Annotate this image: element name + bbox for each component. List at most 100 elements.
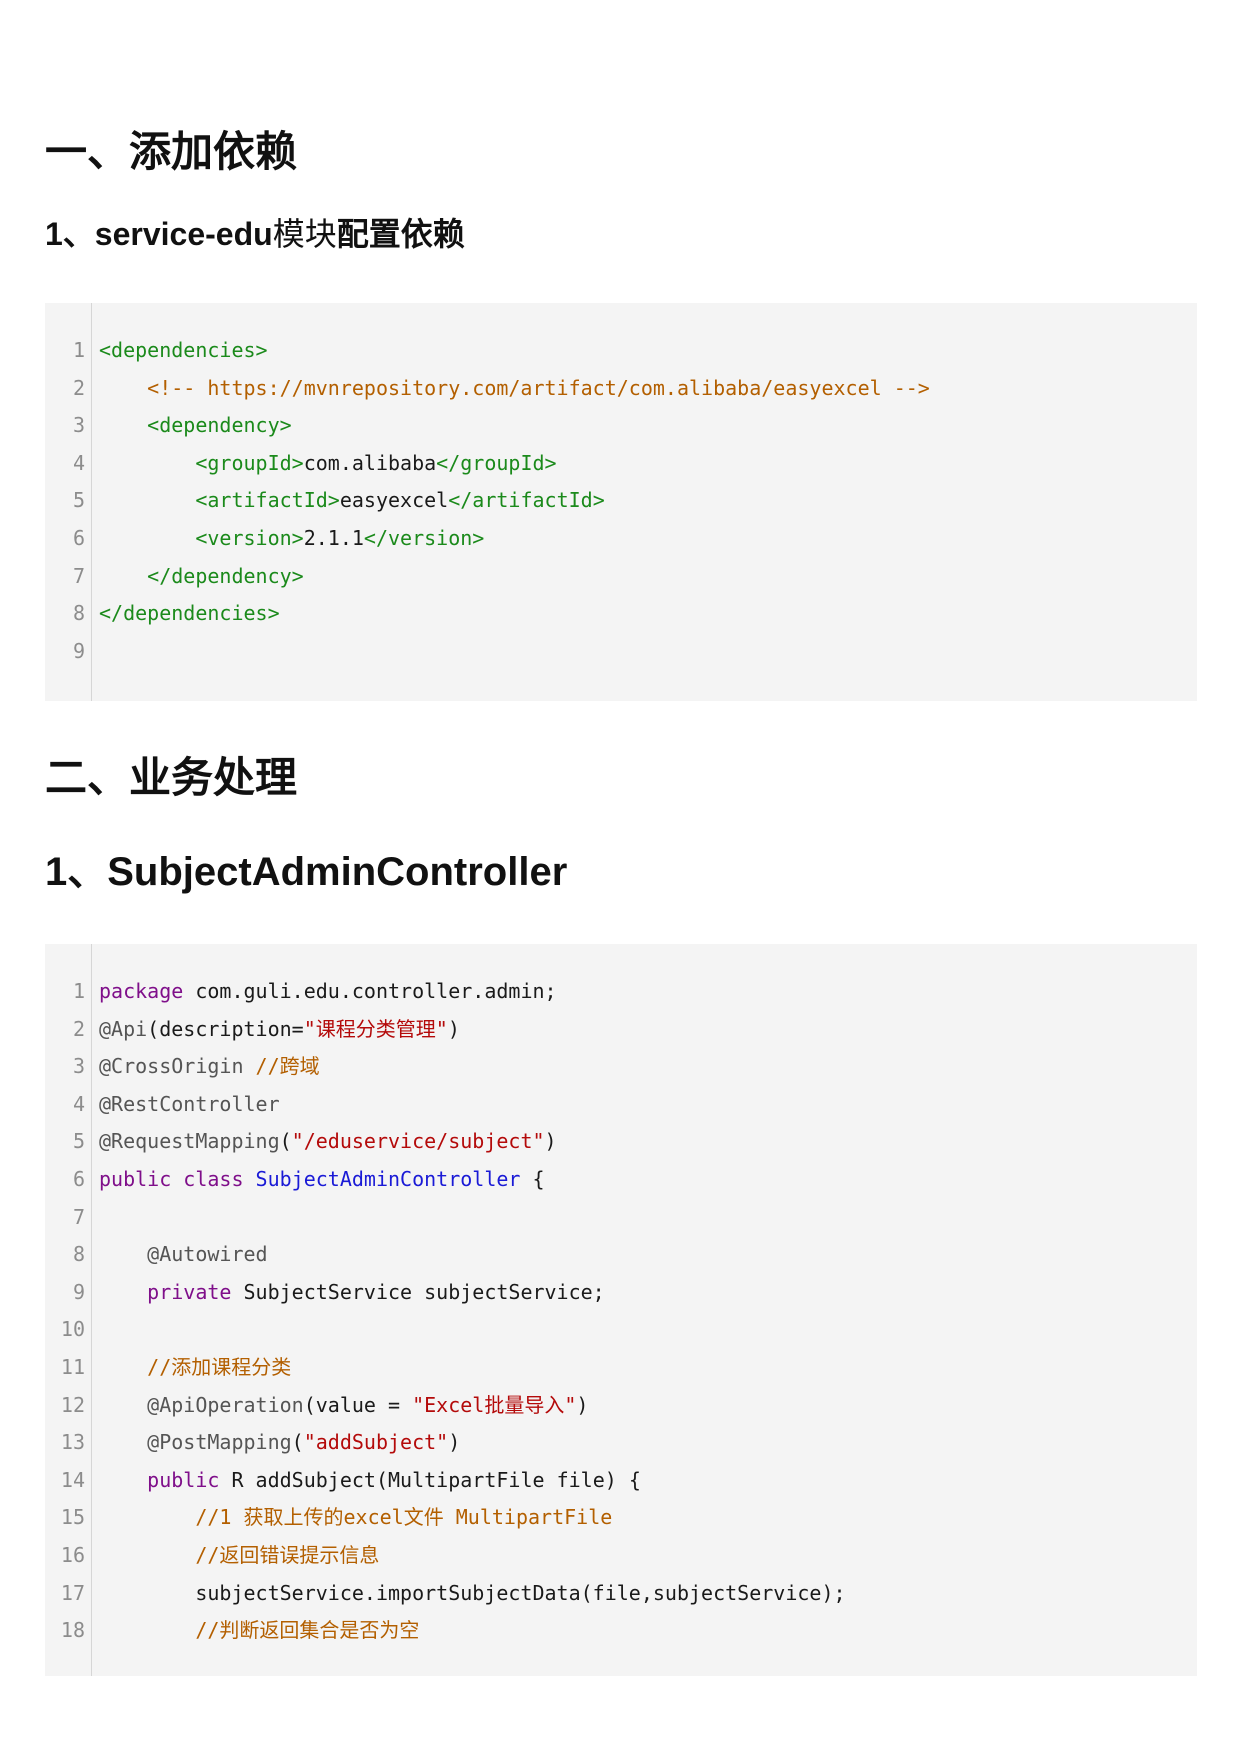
- line-number: 9: [72, 638, 85, 663]
- code-token: (value =: [303, 1392, 413, 1417]
- line-content: //返回错误提示信息: [99, 1537, 379, 1575]
- subheading-part-bold: 配置依赖: [336, 215, 465, 253]
- line-number: 5: [72, 1129, 85, 1154]
- subheading-part-latin: 1、service-edu: [45, 216, 273, 252]
- code-token: com.guli.edu.controller.admin;: [183, 979, 557, 1003]
- code-token: //返回错误提示信息: [99, 1543, 380, 1567]
- code-token: "Excel批量导入": [412, 1392, 577, 1417]
- code-line: 1 <dependencies>: [45, 332, 1197, 370]
- line-number: 18: [60, 1618, 85, 1643]
- line-content: <groupId>com.alibaba</groupId>: [99, 445, 557, 483]
- code-token: @RestController: [99, 1091, 280, 1116]
- code-token: {: [520, 1167, 545, 1191]
- subsection-heading-2-1: 1、SubjectAdminController: [45, 850, 568, 894]
- code-line: 10: [45, 1311, 1197, 1349]
- code-token: @CrossOrigin: [99, 1054, 244, 1079]
- code-line: 6 public class SubjectAdminController {: [45, 1161, 1197, 1199]
- code-line: 5 <artifactId>easyexcel</artifactId>: [45, 482, 1197, 520]
- code-line: 13 @PostMapping("addSubject"): [45, 1424, 1197, 1462]
- line-number: 9: [72, 1279, 85, 1304]
- code-line: 11 //添加课程分类: [45, 1349, 1197, 1387]
- line-content: public class SubjectAdminController {: [99, 1161, 545, 1199]
- code-line: 6 <version>2.1.1</version>: [45, 520, 1197, 558]
- line-content: //1 获取上传的excel文件 MultipartFile: [99, 1499, 612, 1537]
- code-token: (description=: [147, 1016, 304, 1041]
- code-token: SubjectService subjectService;: [231, 1279, 605, 1304]
- section-heading-2: 二、业务处理: [45, 753, 298, 802]
- code-token: package: [99, 979, 184, 1003]
- line-content: @RestController: [99, 1086, 280, 1124]
- line-number: 7: [72, 563, 85, 588]
- line-content: @Autowired: [99, 1236, 268, 1274]
- line-number: 8: [72, 1242, 85, 1267]
- code-token: "addSubject": [303, 1430, 449, 1455]
- code-token: @ApiOperation: [99, 1392, 304, 1417]
- code-line: 2 <!-- https://mvnrepository.com/artifac…: [45, 370, 1197, 408]
- code-line: 8 </dependencies>: [45, 595, 1197, 633]
- line-number: 15: [60, 1505, 85, 1530]
- code-token: //添加课程分类: [99, 1355, 292, 1379]
- code-token: R addSubject(MultipartFile file) {: [219, 1467, 641, 1492]
- code-token: @RequestMapping: [99, 1129, 280, 1154]
- line-number: 4: [72, 450, 85, 475]
- line-number: 11: [60, 1355, 85, 1379]
- code-token: public: [99, 1467, 220, 1492]
- line-content: @PostMapping("addSubject"): [99, 1424, 460, 1462]
- line-number: 8: [72, 601, 85, 626]
- code-token: private: [99, 1279, 232, 1304]
- code-line: 5 @RequestMapping("/eduservice/subject"): [45, 1123, 1197, 1161]
- code-token: //跨域: [255, 1054, 320, 1079]
- line-content: @CrossOrigin //跨域: [99, 1048, 320, 1086]
- line-number: 14: [60, 1467, 85, 1492]
- code-token: </dependencies>: [99, 601, 280, 626]
- code-line: 17 subjectService.importSubjectData(file…: [45, 1575, 1197, 1613]
- line-content: <dependencies>: [99, 332, 268, 370]
- code-token: <dependencies>: [99, 338, 268, 362]
- line-content: //判断返回集合是否为空: [99, 1612, 419, 1650]
- line-content: <version>2.1.1</version>: [99, 520, 484, 558]
- code-line: 4 <groupId>com.alibaba</groupId>: [45, 445, 1197, 483]
- code-token: 2.1.1: [303, 526, 364, 550]
- line-content: package com.guli.edu.controller.admin;: [99, 973, 557, 1011]
- line-number: 12: [60, 1392, 85, 1417]
- line-number: 4: [72, 1091, 85, 1116]
- line-number: 1: [72, 338, 85, 362]
- document-page: 一、添加依赖 1、service-edu模块配置依赖 1 <dependencie…: [0, 0, 1240, 1754]
- code-line: 3 @CrossOrigin //跨域: [45, 1048, 1197, 1086]
- line-number: 3: [72, 413, 85, 438]
- line-content: </dependencies>: [99, 595, 280, 633]
- line-number: 1: [72, 979, 85, 1003]
- line-number: 6: [72, 1167, 85, 1191]
- subheading-part-light: 模块: [272, 215, 337, 253]
- code-token: </groupId>: [436, 450, 557, 475]
- code-token: @Autowired: [99, 1242, 268, 1267]
- code-line: 14 public R addSubject(MultipartFile fil…: [45, 1462, 1197, 1500]
- code-line: 16 //返回错误提示信息: [45, 1537, 1197, 1575]
- code-token: </artifactId>: [448, 488, 605, 513]
- line-content: @RequestMapping("/eduservice/subject"): [99, 1123, 557, 1161]
- line-content: @ApiOperation(value = "Excel批量导入"): [99, 1387, 588, 1425]
- code-token: (: [291, 1430, 304, 1455]
- code-line: 1 package com.guli.edu.controller.admin;: [45, 973, 1197, 1011]
- line-content: <artifactId>easyexcel</artifactId>: [99, 482, 605, 520]
- code-token: com.alibaba: [303, 450, 437, 475]
- code-token: ): [447, 1016, 460, 1041]
- line-number: 13: [60, 1430, 85, 1455]
- code-token: <dependency>: [99, 413, 292, 438]
- code-token: <artifactId>: [99, 488, 340, 513]
- code-token: </dependency>: [99, 563, 304, 588]
- code-token: //1 获取上传的excel文件 MultipartFile: [99, 1505, 613, 1530]
- line-content: private SubjectService subjectService;: [99, 1274, 605, 1312]
- code-token: ): [576, 1392, 589, 1417]
- code-line: 3 <dependency>: [45, 407, 1197, 445]
- code-token: SubjectAdminController: [255, 1167, 521, 1191]
- line-content: <!-- https://mvnrepository.com/artifact/…: [99, 370, 930, 408]
- code-line: 2 @Api(description="课程分类管理"): [45, 1011, 1197, 1049]
- code-line: 18 //判断返回集合是否为空: [45, 1612, 1197, 1650]
- code-line: 9 private SubjectService subjectService;: [45, 1274, 1197, 1312]
- code-token: <groupId>: [99, 450, 304, 475]
- code-token: <!-- https://mvnrepository.com/artifact/…: [99, 375, 930, 400]
- line-number: 16: [60, 1543, 85, 1567]
